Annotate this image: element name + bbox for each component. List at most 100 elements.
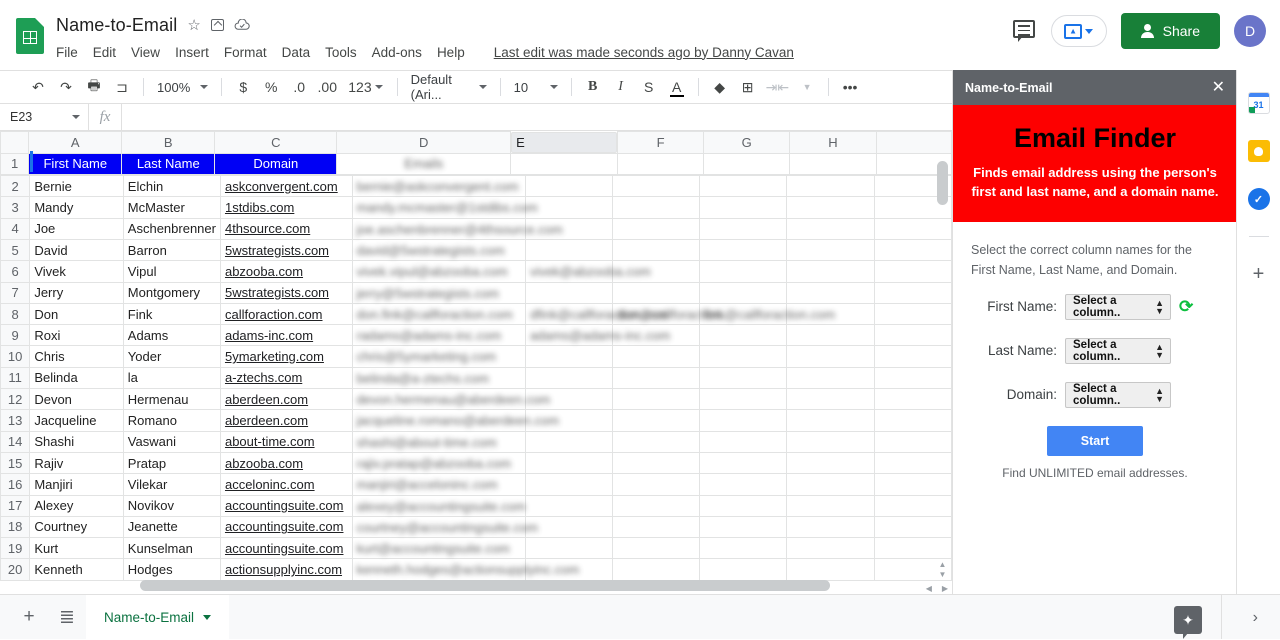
cell-d-6[interactable]: vivek.vipul@abzooba.com: [351, 260, 526, 283]
cell-domain-6[interactable]: abzooba.com: [219, 260, 353, 283]
cell-last-13[interactable]: Romano: [122, 409, 221, 432]
cell-g-2[interactable]: [699, 175, 788, 198]
cell-h-10[interactable]: [786, 345, 875, 368]
cell-last-15[interactable]: Pratap: [122, 451, 221, 475]
share-button[interactable]: Share: [1120, 13, 1220, 49]
vertical-scrollbar[interactable]: [937, 161, 948, 560]
cell-f1[interactable]: [617, 152, 705, 176]
cell-g-7[interactable]: [699, 281, 788, 304]
row-header-2[interactable]: 2: [0, 175, 31, 198]
cell-b1[interactable]: Last Name: [121, 152, 216, 176]
domain-link[interactable]: 4thsource.com: [225, 221, 310, 236]
increase-decimal-button[interactable]: .00: [313, 74, 341, 100]
cell-g-15[interactable]: [699, 451, 788, 475]
domain-link[interactable]: aberdeen.com: [225, 413, 308, 428]
cell-e-18[interactable]: [524, 515, 614, 539]
cell-g-11[interactable]: [699, 366, 788, 390]
row-header-7[interactable]: 7: [0, 281, 31, 304]
cell-e-9[interactable]: adams@adams-inc.com: [524, 324, 670, 347]
domain-link[interactable]: actionsupplyinc.com: [225, 562, 342, 577]
name-box[interactable]: E23: [0, 104, 88, 130]
cell-e-16[interactable]: [524, 473, 614, 496]
domain-link[interactable]: 5ymarketing.com: [225, 349, 324, 364]
cell-first-12[interactable]: Devon: [29, 388, 124, 411]
close-icon[interactable]: ✕: [1212, 79, 1225, 96]
domain-link[interactable]: 1stdibs.com: [225, 200, 294, 215]
cell-first-15[interactable]: Rajiv: [29, 451, 124, 475]
row-header-4[interactable]: 4: [0, 217, 31, 240]
column-header-e[interactable]: E: [511, 131, 618, 153]
print-icon[interactable]: 🖶: [80, 74, 108, 100]
italic-button[interactable]: I: [607, 74, 635, 100]
cell-d-11[interactable]: belinda@a-ztechs.com: [351, 366, 526, 390]
cell-g-17[interactable]: [699, 494, 788, 517]
domain-link[interactable]: abzooba.com: [225, 456, 303, 471]
domain-link[interactable]: a-ztechs.com: [225, 370, 302, 385]
cell-last-18[interactable]: Jeanette: [122, 515, 221, 539]
cell-first-4[interactable]: Joe: [29, 217, 124, 240]
cell-domain-13[interactable]: aberdeen.com: [219, 409, 353, 432]
domain-link[interactable]: accountingsuite.com: [225, 541, 344, 556]
cell-f-16[interactable]: [612, 473, 701, 496]
cell-d-16[interactable]: manjiri@acceloninc.com: [351, 473, 526, 496]
scroll-thumb[interactable]: [140, 580, 830, 591]
cell-domain-7[interactable]: 5wstrategists.com: [219, 281, 353, 304]
cell-g1[interactable]: [703, 152, 791, 176]
domain-link[interactable]: callforaction.com: [225, 307, 323, 322]
menu-add-ons[interactable]: Add-ons: [372, 45, 422, 60]
decrease-decimal-button[interactable]: .0: [285, 74, 313, 100]
row-header-17[interactable]: 17: [0, 494, 31, 517]
cell-first-11[interactable]: Belinda: [29, 366, 124, 390]
percent-format-button[interactable]: %: [257, 74, 285, 100]
sheet-tab[interactable]: Name-to-Email: [86, 594, 230, 640]
cell-last-17[interactable]: Novikov: [122, 494, 221, 517]
cell-f-17[interactable]: [612, 494, 701, 517]
star-icon[interactable]: ☆: [187, 18, 200, 33]
cell-e-3[interactable]: [524, 196, 614, 219]
row-header-8[interactable]: 8: [0, 302, 31, 326]
cell-e1[interactable]: [510, 152, 619, 176]
bold-button[interactable]: B: [579, 74, 607, 100]
cell-h-3[interactable]: [786, 196, 875, 219]
cell-e-17[interactable]: [524, 494, 614, 517]
domain-link[interactable]: 5wstrategists.com: [225, 285, 329, 300]
domain-link[interactable]: 5wstrategists.com: [225, 243, 329, 258]
cell-domain-12[interactable]: aberdeen.com: [219, 388, 353, 411]
cell-domain-15[interactable]: abzooba.com: [219, 451, 353, 475]
fill-color-icon[interactable]: ◆: [706, 74, 734, 100]
all-sheets-button[interactable]: ≣: [48, 598, 86, 636]
cell-f-4[interactable]: [612, 217, 701, 240]
avatar[interactable]: D: [1234, 15, 1266, 47]
row-header-9[interactable]: 9: [0, 324, 31, 347]
cell-first-16[interactable]: Manjiri: [29, 473, 124, 496]
cell-d-19[interactable]: kurt@accountingsuite.com: [351, 537, 526, 560]
last-edit-status[interactable]: Last edit was made seconds ago by Danny …: [494, 45, 794, 60]
column-header-h[interactable]: H: [789, 131, 877, 154]
cell-e-14[interactable]: [524, 430, 614, 453]
cell-first-5[interactable]: David: [29, 238, 124, 262]
cell-g-10[interactable]: [699, 345, 788, 368]
cell-first-13[interactable]: Jacqueline: [29, 409, 124, 432]
cell-domain-8[interactable]: callforaction.com: [219, 302, 353, 326]
menu-help[interactable]: Help: [437, 45, 465, 60]
cell-g-16[interactable]: [699, 473, 788, 496]
column-header-g[interactable]: G: [703, 131, 791, 154]
cell-first-9[interactable]: Roxi: [29, 324, 124, 347]
row-header-14[interactable]: 14: [0, 430, 31, 453]
cell-first-7[interactable]: Jerry: [29, 281, 124, 304]
cell-h-2[interactable]: [786, 175, 875, 198]
cell-e-12[interactable]: [524, 388, 614, 411]
row-header-3[interactable]: 3: [0, 196, 31, 219]
cell-e-8[interactable]: dfink@callforaction.com: [524, 302, 668, 326]
row-header-18[interactable]: 18: [0, 515, 31, 539]
select-all-corner[interactable]: [0, 131, 30, 154]
more-options-icon[interactable]: •••: [836, 74, 864, 100]
cell-g-18[interactable]: [699, 515, 788, 539]
cell-d-15[interactable]: rajiv.pratap@abzooba.com: [351, 451, 526, 475]
cell-g-12[interactable]: [699, 388, 788, 411]
cell-last-19[interactable]: Kunselman: [122, 537, 221, 560]
cell-d-3[interactable]: mandy.mcmaster@1stdibs.com: [351, 196, 538, 219]
cell-last-5[interactable]: Barron: [122, 238, 221, 262]
cell-e-11[interactable]: [524, 366, 614, 390]
row-header-1[interactable]: 1: [0, 152, 30, 176]
